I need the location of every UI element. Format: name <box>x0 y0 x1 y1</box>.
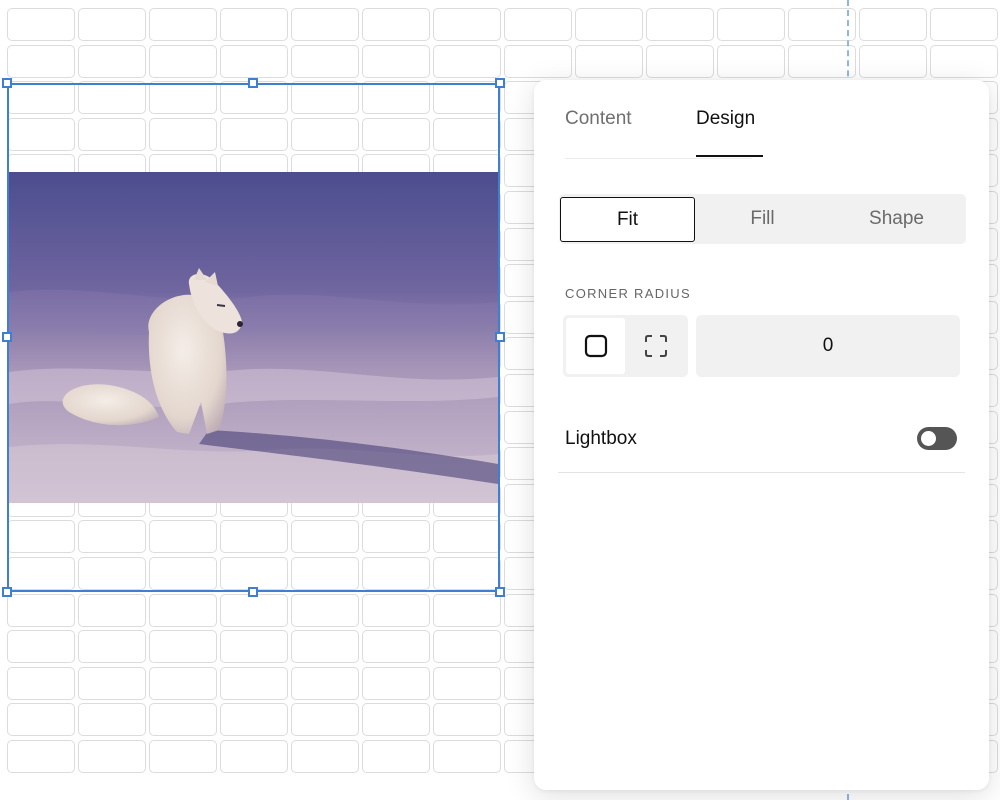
grid-cell <box>220 740 288 773</box>
corner-mode-toggle <box>563 315 688 377</box>
grid-cell <box>362 44 430 78</box>
grid-cell <box>149 703 217 737</box>
active-tab-indicator <box>696 155 763 157</box>
grid-cell <box>362 593 430 627</box>
grid-cell <box>859 44 927 78</box>
lightbox-label: Lightbox <box>565 428 637 449</box>
image-fit-selector: Fit Fill Shape <box>559 194 966 244</box>
lightbox-toggle[interactable] <box>917 427 957 450</box>
grid-cell <box>149 8 217 41</box>
grid-cell <box>291 44 359 78</box>
grid-cell <box>717 8 785 41</box>
grid-cell <box>646 8 714 41</box>
square-corner-icon[interactable] <box>566 318 625 374</box>
grid-cell <box>930 44 998 78</box>
grid-cell <box>788 44 856 78</box>
grid-cell <box>149 740 217 773</box>
corner-radius-label: CORNER RADIUS <box>565 286 691 301</box>
grid-cell <box>291 740 359 773</box>
grid-cell <box>291 593 359 627</box>
grid-cell <box>788 8 856 41</box>
grid-cell <box>362 740 430 773</box>
grid-cell <box>504 44 572 78</box>
grid-cell <box>504 8 572 41</box>
panel-tabs: Content Design <box>565 80 763 159</box>
fill-option[interactable]: Fill <box>695 194 830 244</box>
grid-cell <box>78 740 146 773</box>
resize-handle-bottom[interactable] <box>248 587 258 597</box>
design-panel: Content Design Fit Fill Shape CORNER RAD… <box>534 80 989 790</box>
fit-option[interactable]: Fit <box>560 197 695 242</box>
image-block[interactable] <box>2 78 505 597</box>
grid-cell <box>220 666 288 700</box>
grid-cell <box>149 630 217 664</box>
grid-cell <box>149 666 217 700</box>
resize-handle-right[interactable] <box>495 332 505 342</box>
grid-cell <box>433 740 501 773</box>
grid-cell <box>78 593 146 627</box>
grid-cell <box>362 666 430 700</box>
grid-cell <box>291 666 359 700</box>
grid-cell <box>433 666 501 700</box>
grid-cell <box>291 8 359 41</box>
resize-handle-top-left[interactable] <box>2 78 12 88</box>
grid-cell <box>575 8 643 41</box>
grid-cell <box>7 8 75 41</box>
grid-cell <box>717 44 785 78</box>
lightbox-row: Lightbox <box>558 412 965 473</box>
tab-design[interactable]: Design <box>696 108 755 130</box>
grid-cell <box>149 44 217 78</box>
grid-cell <box>362 630 430 664</box>
grid-cell <box>220 593 288 627</box>
tab-content[interactable]: Content <box>565 108 632 130</box>
toggle-knob <box>921 431 936 446</box>
selection-frame[interactable] <box>7 83 500 592</box>
grid-cell <box>291 703 359 737</box>
grid-cell <box>433 44 501 78</box>
grid-cell <box>7 740 75 773</box>
grid-cell <box>646 44 714 78</box>
resize-handle-bottom-left[interactable] <box>2 587 12 597</box>
shape-option[interactable]: Shape <box>829 194 964 244</box>
grid-cell <box>7 666 75 700</box>
resize-handle-top-right[interactable] <box>495 78 505 88</box>
individual-corners-icon[interactable] <box>626 318 685 374</box>
grid-cell <box>433 703 501 737</box>
grid-cell <box>7 703 75 737</box>
grid-cell <box>433 8 501 41</box>
grid-cell <box>575 44 643 78</box>
grid-cell <box>362 8 430 41</box>
grid-cell <box>7 593 75 627</box>
grid-cell <box>7 44 75 78</box>
grid-cell <box>7 630 75 664</box>
grid-cell <box>859 8 927 41</box>
grid-cell <box>78 703 146 737</box>
grid-cell <box>220 630 288 664</box>
resize-handle-left[interactable] <box>2 332 12 342</box>
corner-radius-input[interactable] <box>696 315 960 377</box>
grid-cell <box>220 44 288 78</box>
resize-handle-top[interactable] <box>248 78 258 88</box>
grid-cell <box>149 593 217 627</box>
grid-cell <box>362 703 430 737</box>
grid-cell <box>433 593 501 627</box>
grid-cell <box>220 8 288 41</box>
resize-handle-bottom-right[interactable] <box>495 587 505 597</box>
grid-cell <box>291 630 359 664</box>
grid-cell <box>78 8 146 41</box>
grid-cell <box>78 630 146 664</box>
grid-cell <box>78 44 146 78</box>
grid-cell <box>930 8 998 41</box>
grid-cell <box>220 703 288 737</box>
grid-cell <box>78 666 146 700</box>
grid-cell <box>433 630 501 664</box>
